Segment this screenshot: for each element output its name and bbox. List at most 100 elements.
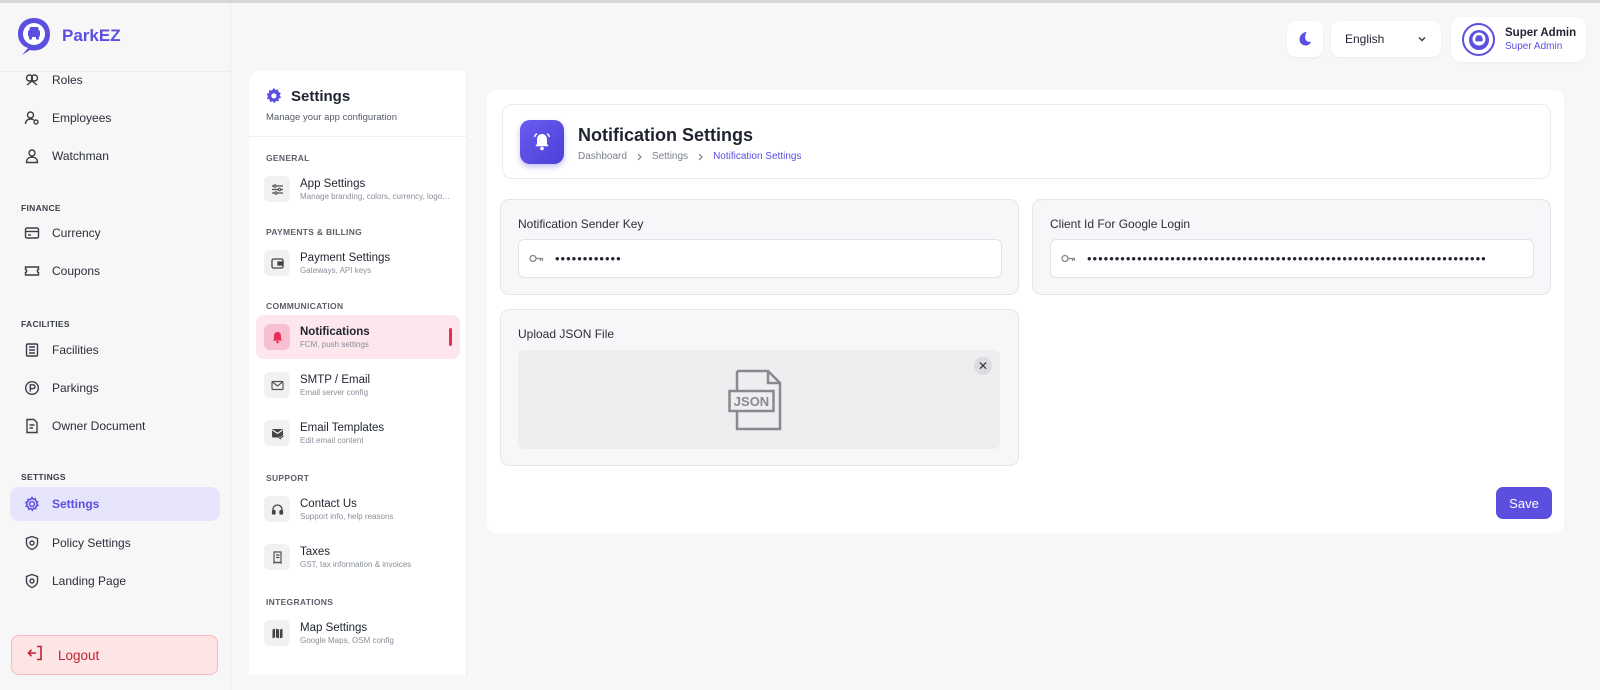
user-role: Super Admin bbox=[1505, 41, 1563, 52]
settings-panel-header: Settings bbox=[265, 87, 350, 105]
remove-file-button[interactable]: ✕ bbox=[974, 357, 992, 375]
sidebar-item-label: Landing Page bbox=[52, 574, 127, 588]
sidebar-item-policy-settings[interactable]: Policy Settings bbox=[10, 526, 220, 560]
sender-key-card: Notification Sender Key •••••••••••• bbox=[500, 199, 1019, 295]
google-client-card: Client Id For Google Login •••••••••••••… bbox=[1032, 199, 1551, 295]
user-name: Super Admin bbox=[1505, 27, 1577, 39]
headset-icon bbox=[264, 496, 290, 522]
main-sidebar: ParkEZ Roles Employees Watchman FINANCE … bbox=[0, 3, 231, 690]
settings-item-desc: Edit email content bbox=[300, 435, 364, 445]
parkez-logo-icon bbox=[18, 18, 50, 55]
breadcrumb-current: Notification Settings bbox=[713, 151, 802, 162]
page-header: Notification Settings Dashboard Settings… bbox=[502, 104, 1551, 179]
chevron-down-icon bbox=[1418, 37, 1426, 42]
active-indicator bbox=[449, 328, 452, 346]
settings-item-payment-settings[interactable]: Payment Settings Gateways, API keys bbox=[256, 241, 460, 285]
sidebar-item-label: Owner Document bbox=[52, 419, 146, 433]
settings-item-app-settings[interactable]: App Settings Manage branding, colors, cu… bbox=[256, 167, 460, 211]
document-icon bbox=[22, 416, 42, 436]
parkez-avatar-icon bbox=[1468, 29, 1489, 50]
section-payments: PAYMENTS & BILLING bbox=[266, 227, 363, 237]
brand[interactable]: ParkEZ bbox=[16, 16, 121, 56]
sidebar-item-label: Employees bbox=[52, 111, 112, 125]
sender-key-input[interactable]: •••••••••••• bbox=[518, 239, 1002, 278]
gear-icon bbox=[22, 494, 42, 514]
json-dropzone[interactable]: JSON ✕ bbox=[518, 350, 1000, 449]
sidebar-item-label: Coupons bbox=[52, 264, 101, 278]
mail-icon bbox=[264, 372, 290, 398]
shield-icon bbox=[22, 533, 42, 553]
settings-item-title: Map Settings bbox=[300, 621, 368, 634]
upload-json-card: Upload JSON File JSON ✕ bbox=[500, 309, 1019, 466]
brand-name: ParkEZ bbox=[62, 26, 121, 45]
chevron-right-icon bbox=[637, 153, 642, 160]
ticket-icon bbox=[22, 261, 42, 281]
close-icon: ✕ bbox=[977, 359, 989, 373]
sidebar-section-facilities: FACILITIES bbox=[21, 319, 70, 329]
sidebar-item-label: Settings bbox=[52, 497, 100, 511]
sender-key-value: •••••••••••• bbox=[555, 251, 622, 266]
settings-item-email-templates[interactable]: Email Templates Edit email content bbox=[256, 411, 460, 455]
sidebar-item-label: Currency bbox=[52, 226, 101, 240]
sidebar-item-settings[interactable]: Settings bbox=[10, 487, 220, 521]
breadcrumb-dashboard[interactable]: Dashboard bbox=[578, 151, 627, 162]
sliders-icon bbox=[264, 176, 290, 202]
settings-item-desc: Gateways, API keys bbox=[300, 265, 372, 275]
settings-item-smtp-email[interactable]: SMTP / Email Email server config bbox=[256, 363, 460, 407]
sidebar-item-employees[interactable]: Employees bbox=[10, 101, 220, 135]
sidebar-item-label: Facilities bbox=[52, 343, 99, 357]
sidebar-item-parkings[interactable]: Parkings bbox=[10, 371, 220, 405]
settings-panel-divider bbox=[249, 136, 466, 137]
google-client-label: Client Id For Google Login bbox=[1050, 217, 1191, 231]
settings-item-taxes[interactable]: Taxes GST, tax information & invoices bbox=[256, 535, 460, 579]
breadcrumb: Dashboard Settings Notification Settings bbox=[578, 151, 801, 162]
map-icon bbox=[264, 620, 290, 646]
settings-item-title: Notifications bbox=[300, 325, 370, 338]
sidebar-item-currency[interactable]: Currency bbox=[10, 216, 220, 250]
language-value: English bbox=[1345, 32, 1385, 46]
settings-item-title: App Settings bbox=[300, 177, 366, 190]
settings-item-title: Email Templates bbox=[300, 421, 385, 434]
logout-button[interactable]: Logout bbox=[11, 635, 218, 675]
settings-item-desc: Email server config bbox=[300, 387, 369, 397]
upload-json-label: Upload JSON File bbox=[518, 327, 615, 341]
settings-item-desc: Google Maps, OSM config bbox=[300, 635, 394, 645]
parking-icon bbox=[22, 378, 42, 398]
user-profile-menu[interactable]: Super Admin Super Admin bbox=[1451, 17, 1586, 62]
logout-icon bbox=[26, 644, 44, 667]
breadcrumb-settings[interactable]: Settings bbox=[652, 151, 688, 162]
section-integrations: INTEGRATIONS bbox=[266, 597, 334, 607]
window-top-border bbox=[0, 0, 1600, 3]
avatar bbox=[1462, 23, 1495, 56]
notification-settings-card: Notification Settings Dashboard Settings… bbox=[487, 90, 1564, 533]
google-client-input[interactable]: ••••••••••••••••••••••••••••••••••••••••… bbox=[1050, 239, 1534, 278]
settings-nav-panel: Settings Manage your app configuration G… bbox=[249, 71, 467, 675]
settings-panel-title: Settings bbox=[291, 87, 351, 105]
user-gear-icon bbox=[22, 108, 42, 128]
sidebar-item-landing-page[interactable]: Landing Page bbox=[10, 564, 220, 598]
dark-mode-toggle[interactable] bbox=[1287, 21, 1323, 57]
sidebar-item-coupons[interactable]: Coupons bbox=[10, 254, 220, 288]
save-button[interactable]: Save bbox=[1496, 487, 1552, 519]
settings-item-map-settings[interactable]: Map Settings Google Maps, OSM config bbox=[256, 611, 460, 655]
settings-item-notifications[interactable]: Notifications FCM, push settings bbox=[256, 315, 460, 359]
sidebar-item-facilities[interactable]: Facilities bbox=[10, 333, 220, 367]
settings-item-contact-us[interactable]: Contact Us Support info, help reasons bbox=[256, 487, 460, 531]
sidebar-item-roles[interactable]: Roles bbox=[10, 63, 220, 97]
settings-item-title: Taxes bbox=[300, 545, 331, 558]
key-icon bbox=[1061, 254, 1077, 263]
language-select[interactable]: English bbox=[1331, 21, 1441, 57]
user-icon bbox=[22, 146, 42, 166]
building-icon bbox=[22, 340, 42, 360]
settings-item-title: Payment Settings bbox=[300, 251, 391, 264]
sidebar-item-label: Roles bbox=[52, 73, 83, 87]
wallet-icon bbox=[22, 223, 42, 243]
json-file-icon: JSON bbox=[728, 369, 782, 431]
wallet-icon bbox=[264, 250, 290, 276]
json-file-badge: JSON bbox=[734, 394, 769, 409]
roles-icon bbox=[22, 70, 42, 90]
sidebar-item-watchman[interactable]: Watchman bbox=[10, 139, 220, 173]
sidebar-item-owner-document[interactable]: Owner Document bbox=[10, 409, 220, 443]
bell-icon bbox=[520, 120, 564, 164]
bell-icon bbox=[264, 324, 290, 350]
